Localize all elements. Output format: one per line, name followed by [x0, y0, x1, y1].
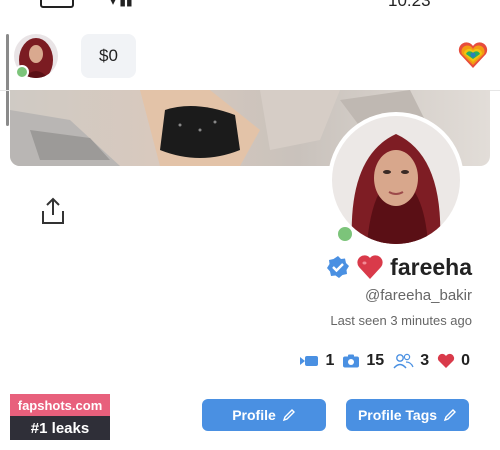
profile-tags-button[interactable]: Profile Tags: [346, 399, 469, 431]
profile-name: fareeha: [390, 253, 472, 280]
likes-count: 0: [461, 352, 470, 369]
profile-handle: @fareeha_bakir: [365, 287, 472, 304]
fans-stat[interactable]: 3: [392, 352, 429, 370]
battery-icon: [40, 0, 74, 8]
profile-label: Profile: [232, 407, 276, 423]
watermark-tagline: #1 leaks: [10, 416, 110, 440]
fans-count: 3: [420, 352, 430, 369]
status-time: 10:23: [388, 0, 431, 10]
pencil-icon: [443, 409, 457, 422]
fans-icon: [393, 353, 414, 369]
heart-icon: [437, 353, 455, 368]
red-heart-icon: [357, 255, 383, 279]
pencil-icon: [282, 409, 295, 422]
signal-indicator: ▾ ▮▮: [110, 0, 133, 8]
rainbow-heart-icon[interactable]: [457, 41, 489, 69]
verified-badge-icon: [327, 256, 350, 278]
photos-stat[interactable]: 15: [342, 352, 384, 370]
last-seen-text: Last seen 3 minutes ago: [330, 313, 472, 328]
profile-online-dot: [335, 224, 355, 244]
profile-tags-label: Profile Tags: [357, 407, 438, 423]
photos-count: 15: [366, 352, 385, 369]
share-icon[interactable]: [40, 197, 66, 225]
watermark-site: fapshots.com: [10, 394, 110, 416]
videos-count: 1: [325, 352, 335, 369]
video-icon: [300, 356, 319, 366]
scroll-indicator: [6, 34, 9, 126]
likes-stat[interactable]: 0: [437, 352, 470, 370]
profile-stats: 0 3 15 1: [299, 350, 470, 372]
profile-name-row: fareeha: [326, 252, 472, 282]
status-bar: ▾ ▮▮ 10:23: [0, 0, 500, 14]
camera-icon: [343, 354, 360, 368]
online-status-dot: [15, 65, 29, 79]
edit-profile-button[interactable]: Profile: [202, 399, 326, 431]
videos-stat[interactable]: 1: [299, 352, 334, 370]
wallet-balance-button[interactable]: $0: [81, 34, 136, 78]
